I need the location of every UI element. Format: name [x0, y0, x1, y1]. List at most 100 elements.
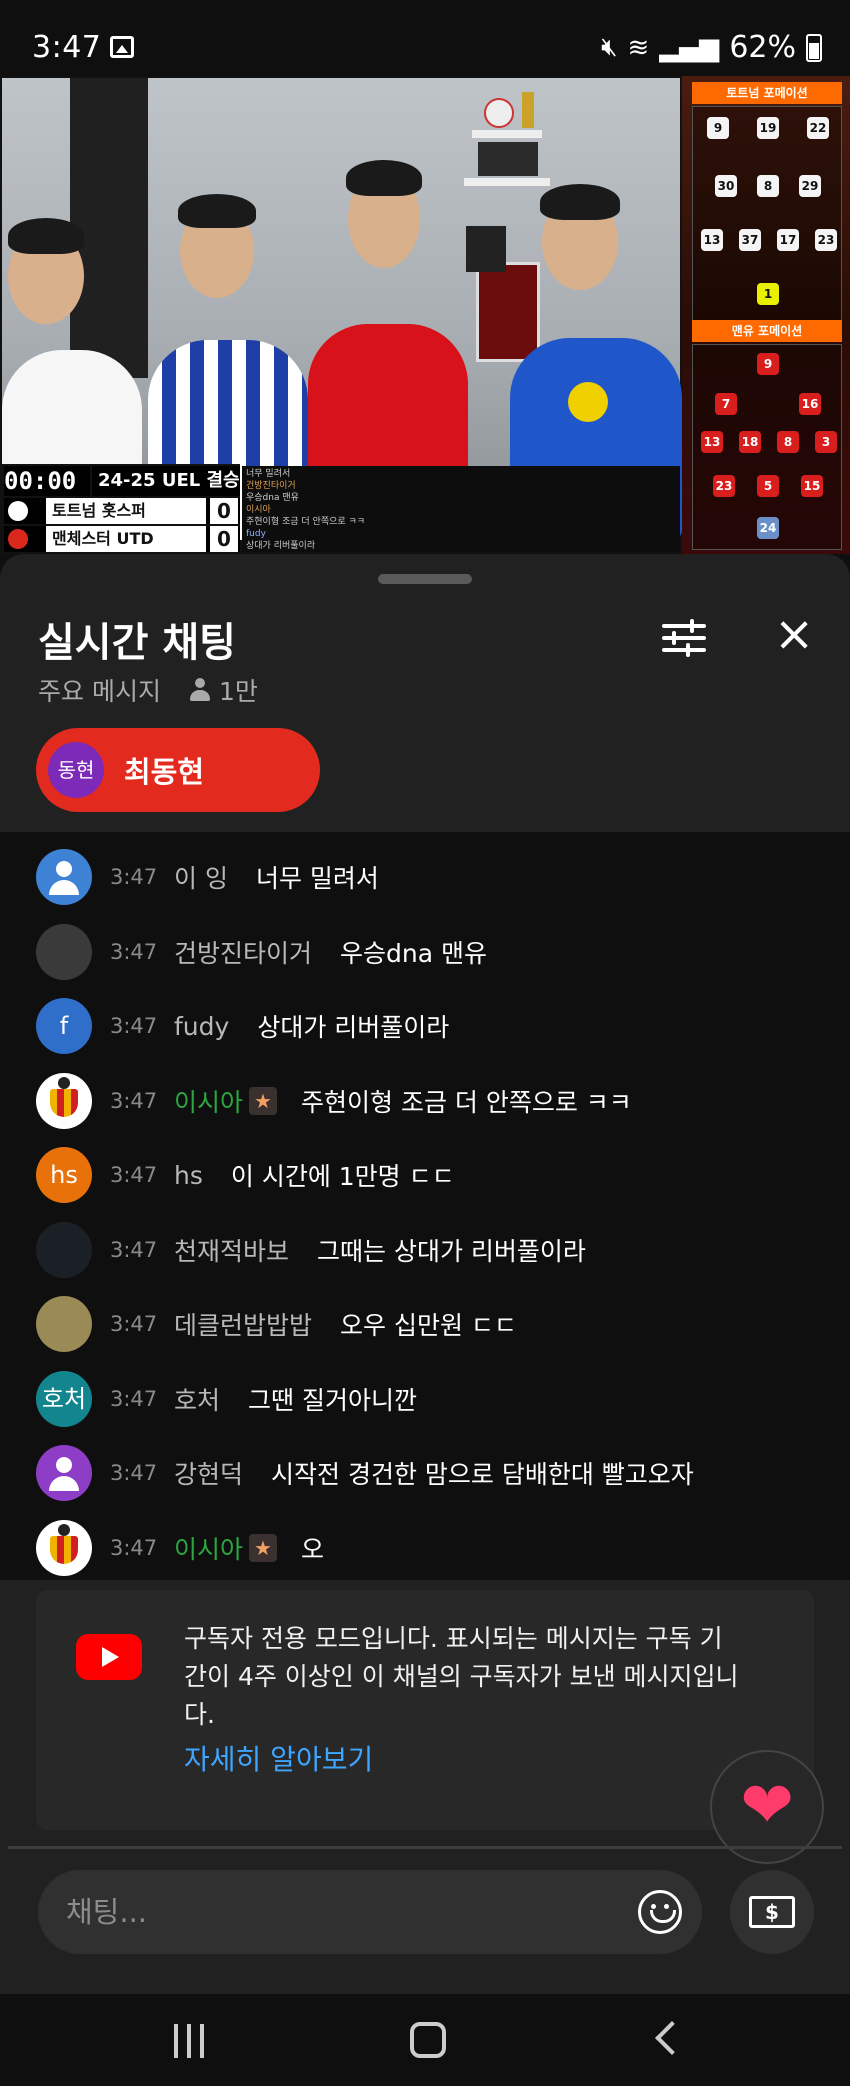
chat-message[interactable]: 3:47 이 잉 너무 밀려서 [0, 840, 850, 914]
team-row-utd: 맨체스터 UTD 0 [4, 526, 240, 552]
formation-player: 3 [815, 431, 837, 453]
formation-player: 13 [701, 229, 723, 251]
formation-player: 15 [801, 475, 823, 497]
formation-player: 9 [757, 353, 779, 375]
formation-player: 9 [707, 117, 729, 139]
message-line: fudy 상대가 리버풀이라 [174, 1008, 449, 1044]
member-badge-icon: ★ [249, 1533, 278, 1562]
filter-settings-icon[interactable] [662, 618, 706, 658]
chat-input-field[interactable] [38, 1870, 702, 1954]
formation-player: 23 [815, 229, 837, 251]
message-text: 주현이형 조금 더 안쪽으로 ㅋㅋ [301, 1087, 632, 1117]
message-text: 상대가 리버풀이라 [257, 1013, 450, 1042]
message-text: 오우 십만원 ㄷㄷ [340, 1311, 517, 1340]
formation-player: 37 [739, 229, 761, 251]
system-nav-bar [0, 1994, 850, 2086]
avatar: f [36, 998, 92, 1054]
match-title: 24-25 UEL 결승전 [92, 466, 256, 496]
formation-player: 24 [757, 517, 779, 539]
formation-player: 8 [777, 431, 799, 453]
pinned-name: 최동현 [124, 755, 205, 789]
overlay-chat: 너무 밀려서 건방진타이거 우승dna 맨유 이시아 주현이형 조금 더 안쪽으… [242, 466, 680, 552]
message-text: 그때는 상대가 리버풀이라 [317, 1236, 586, 1266]
chat-message[interactable]: 3:47 데클런밥밥밥 오우 십만원 ㄷㄷ [0, 1287, 850, 1361]
message-time: 3:47 [110, 1163, 158, 1187]
avatar [36, 1296, 92, 1352]
message-time: 3:47 [110, 939, 158, 964]
message-time: 3:47 [110, 1237, 158, 1262]
avatar: hs [36, 1147, 92, 1203]
message-time: 3:47 [110, 1014, 158, 1038]
video-player[interactable]: 00:00 24-25 UEL 결승전 토트넘 홋스퍼 0 맨체스터 UTD 0… [0, 76, 850, 554]
pinned-supporter-chip[interactable]: 동현 최동현 [36, 728, 320, 812]
overlay-chat-line: 우승dna 맨유 [246, 493, 299, 503]
status-bar: 3:47 🔇︎ ≋ ▂▄▆ 62% [0, 0, 850, 76]
avatar [36, 1519, 92, 1576]
avatar: 호처 [36, 1370, 92, 1427]
formation-player: 7 [715, 393, 737, 415]
drag-handle[interactable] [378, 574, 472, 584]
chat-input[interactable] [66, 1890, 606, 1934]
chat-mode-label: 주요 메시지 [38, 677, 161, 706]
chat-message[interactable]: 3:47 천재적바보 그때는 상대가 리버풀이라 [0, 1213, 850, 1287]
image-icon [110, 36, 134, 58]
formation-utd-pitch: 9 7 16 13 18 8 3 23 5 15 24 [692, 344, 842, 550]
message-author[interactable]: hs [174, 1161, 203, 1190]
chat-message[interactable]: 호처 3:47 호처 그땐 질거아니깐 [0, 1362, 850, 1436]
message-author[interactable]: 천재적바보 [174, 1232, 289, 1268]
recents-icon[interactable] [174, 2024, 204, 2058]
overlay-chat-line: 이시아 [246, 505, 271, 515]
chat-message[interactable]: 3:47 건방진타이거 우승dna 맨유 [0, 915, 850, 989]
message-text: 너무 밀려서 [255, 864, 379, 893]
message-author[interactable]: 이시아 [174, 1530, 243, 1566]
message-author[interactable]: fudy [174, 1012, 229, 1041]
avatar [36, 1221, 92, 1278]
emoji-icon[interactable] [638, 1890, 682, 1934]
close-icon[interactable]: × [774, 610, 814, 658]
message-author[interactable]: 이 잉 [174, 859, 228, 895]
learn-more-link[interactable]: 자세히 알아보기 [184, 1738, 373, 1778]
message-line: 데클런밥밥밥 오우 십만원 ㄷㄷ [174, 1306, 517, 1342]
team-row-spurs: 토트넘 홋스퍼 0 [4, 498, 240, 524]
status-time: 3:47 [32, 30, 102, 65]
chat-message[interactable]: f 3:47 fudy 상대가 리버풀이라 [0, 989, 850, 1063]
message-author[interactable]: 호처 [174, 1381, 220, 1417]
formation-spurs-title: 토트넘 포메이션 [692, 82, 842, 104]
message-text: 우승dna 맨유 [340, 938, 487, 968]
message-author[interactable]: 강현덕 [174, 1455, 243, 1491]
chat-message[interactable]: hs 3:47 hs 이 시간에 1만명 ㄷㄷ [0, 1138, 850, 1212]
message-text: 이 시간에 1만명 ㄷㄷ [230, 1162, 455, 1191]
super-chat-button[interactable]: $ [730, 1870, 814, 1954]
chat-message-list[interactable]: 3:47 이 잉 너무 밀려서 3:47 건방진타이거 우승dna 맨유 f 3:47 fudy… [0, 832, 850, 1580]
formation-player: 5 [757, 475, 779, 497]
live-chat-panel: 실시간 채팅 × 주요 메시지 1만 동현 최동현 3:47 이 잉 너무 밀려서 3… [0, 554, 850, 2086]
message-line: 건방진타이거 우승dna 맨유 [174, 934, 487, 970]
formation-player: 18 [739, 431, 761, 453]
chat-message[interactable]: 3:47 이시아 ★ 주현이형 조금 더 안쪽으로 ㅋㅋ [0, 1064, 850, 1138]
divider [8, 1846, 842, 1849]
chat-message[interactable]: 3:47 강현덕 시작전 경건한 맘으로 담배한대 빨고오자 [0, 1436, 850, 1510]
overlay-chat-line: 주현이형 조금 더 안쪽으로 ㅋㅋ [246, 517, 366, 527]
chat-message[interactable]: 3:47 이시아 ★ 오 [0, 1511, 850, 1585]
back-icon[interactable] [655, 2021, 689, 2055]
avatar [36, 923, 92, 980]
scoreboard: 00:00 24-25 UEL 결승전 토트넘 홋스퍼 0 맨체스터 UTD 0 [0, 464, 256, 552]
wifi-icon: ≋ [627, 32, 650, 63]
avatar [36, 1445, 92, 1501]
message-author[interactable]: 건방진타이거 [174, 934, 312, 970]
notice-text: 구독자 전용 모드입니다. 표시되는 메시지는 구독 기간이 4주 이상인 이 … [184, 1624, 739, 1729]
mute-icon: 🔇︎ [601, 32, 618, 62]
formation-player: 22 [807, 117, 829, 139]
member-badge-icon: ★ [249, 1086, 278, 1115]
avatar [36, 1072, 92, 1129]
formation-player: 8 [757, 175, 779, 197]
team-score: 0 [210, 498, 238, 524]
message-line: 천재적바보 그때는 상대가 리버풀이라 [174, 1232, 586, 1268]
formation-panel: 토트넘 포메이션 9 19 22 30 8 29 13 37 17 23 1 맨유 포메이션 971… [682, 76, 850, 554]
message-author[interactable]: 이시아 [174, 1083, 243, 1119]
message-author[interactable]: 데클런밥밥밥 [174, 1306, 312, 1342]
chat-mode-row[interactable]: 주요 메시지 1만 [38, 672, 258, 708]
formation-player: 29 [799, 175, 821, 197]
formation-player: 19 [757, 117, 779, 139]
home-icon[interactable] [410, 2022, 446, 2058]
